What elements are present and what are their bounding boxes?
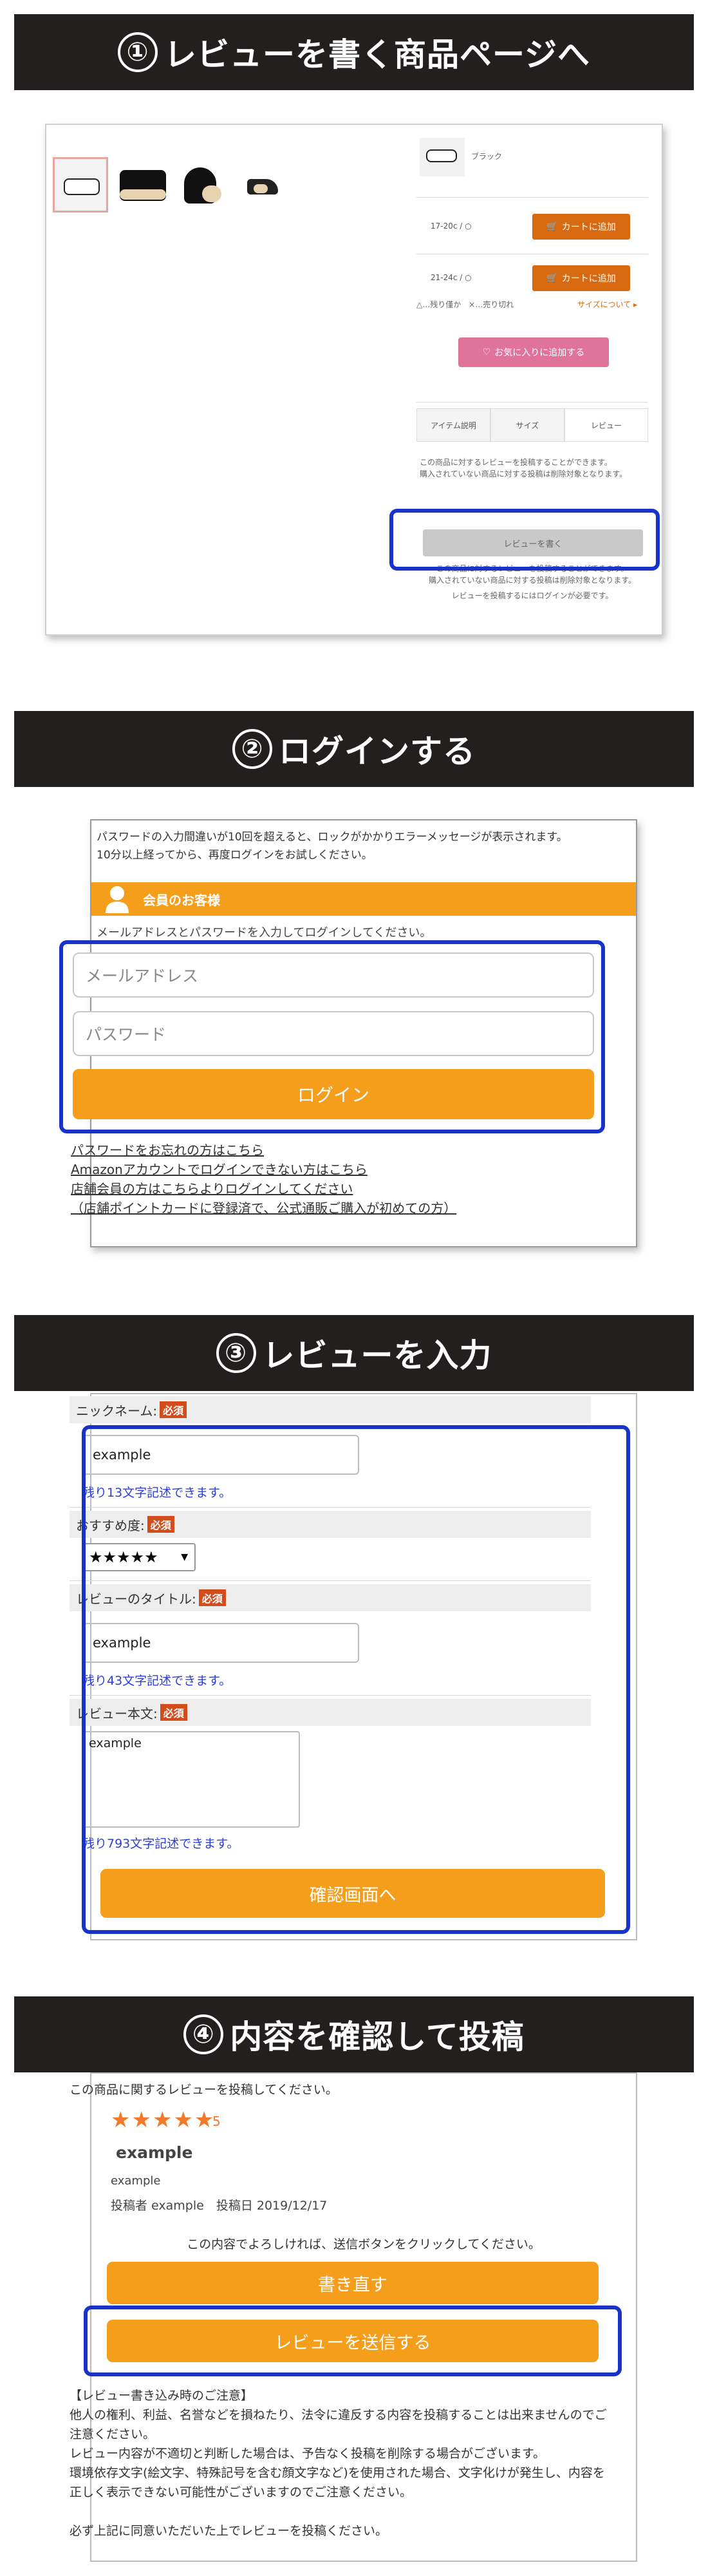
step-4-number: ④: [183, 2014, 224, 2054]
member-section-title: 会員のお客様: [143, 892, 220, 908]
posting-notice: 【レビュー書き込み時のご注意】 他人の権利、利益、名誉などを損ねたり、法令に違反…: [70, 2389, 607, 2538]
size-option-label-1: 17-20c / ○: [431, 222, 472, 231]
add-to-cart-button-1[interactable]: 🛒 カートに追加: [532, 214, 630, 240]
step-3-banner: ③ レビューを入力: [14, 1315, 694, 1391]
login-instruction: メールアドレスとパスワードを入力してログインしてください。: [97, 926, 432, 940]
nickname-label-text: ニックネーム:: [76, 1403, 158, 1419]
rating-stars: ★★★★★: [111, 2107, 216, 2133]
forgot-password-link[interactable]: パスワードをお忘れの方はこちら: [71, 1140, 264, 1159]
login-lock-warning: パスワードの入力間違いが10回を超えると、ロックがかかりエラーメッセージが表示さ…: [97, 831, 568, 862]
favorite-label: お気に入りに追加する: [494, 348, 585, 358]
step-1-number: ①: [118, 32, 158, 72]
add-to-favorites-button[interactable]: ♡ お気に入りに追加する: [458, 337, 609, 367]
login-required-text: レビューを投稿するにはログインが必要です。: [451, 591, 613, 600]
highlight-review-form: [82, 1425, 630, 1934]
step-3-title: レビューを入力: [262, 1337, 492, 1374]
product-thumbnail-1[interactable]: [53, 157, 108, 213]
user-icon: [106, 886, 129, 913]
heart-icon: ♡: [482, 347, 491, 357]
cart-icon: 🛒: [546, 273, 558, 283]
size-option-label-2: 21-24c / ○: [431, 273, 472, 282]
confirm-intro: この商品に関するレビューを投稿してください。: [70, 2083, 338, 2097]
color-label: ブラック: [471, 152, 503, 161]
review-body: example: [111, 2174, 161, 2188]
required-badge: 必須: [160, 1401, 187, 1418]
submit-prompt: この内容でよろしければ、送信ボタンをクリックしてください。: [187, 2237, 541, 2251]
highlight-submit-button: [84, 2306, 622, 2376]
product-thumbnail-3[interactable]: [175, 157, 230, 213]
member-section-header: 会員のお客様: [91, 882, 636, 916]
nickname-label: ニックネーム: 必須: [70, 1396, 591, 1423]
product-thumbnail-2[interactable]: [116, 157, 171, 213]
rewrite-button[interactable]: 書き直す: [107, 2262, 599, 2304]
stock-legend: △…残り僅か ×…売り切れ: [416, 300, 514, 309]
step-4-title: 内容を確認して投稿: [230, 2018, 525, 2056]
product-thumbnail-4[interactable]: [234, 157, 290, 213]
add-to-cart-label: カートに追加: [561, 222, 616, 232]
review-title: example: [116, 2143, 193, 2162]
tab-item-description[interactable]: アイテム説明: [416, 408, 490, 442]
rating-score: 5: [212, 2114, 221, 2129]
review-meta: 投稿者 example 投稿日 2019/12/17: [111, 2199, 328, 2213]
step-1-banner: ① レビューを書く商品ページへ: [14, 14, 694, 90]
highlight-write-review: [389, 509, 660, 571]
store-member-login-link[interactable]: 店舗会員の方はこちらよりログインしてください: [71, 1179, 353, 1197]
highlight-login-form: [59, 940, 605, 1133]
color-swatch-image[interactable]: [420, 138, 465, 176]
step-3-number: ③: [216, 1333, 256, 1373]
size-guide-link[interactable]: サイズについて ▸: [577, 299, 637, 310]
step-2-number: ②: [232, 729, 272, 769]
cart-icon: 🛒: [546, 222, 558, 232]
add-to-cart-label: カートに追加: [561, 274, 616, 284]
step-1-title: レビューを書く商品ページへ: [164, 36, 590, 73]
tab-size[interactable]: サイズ: [490, 408, 564, 442]
amazon-login-help-link[interactable]: Amazonアカウントでログインできない方はこちら: [71, 1159, 368, 1178]
tab-review[interactable]: レビュー: [564, 408, 648, 442]
step-2-banner: ② ログインする: [14, 711, 694, 787]
add-to-cart-button-2[interactable]: 🛒 カートに追加: [532, 265, 630, 291]
step-2-title: ログインする: [279, 733, 476, 770]
store-point-card-link[interactable]: （店舗ポイントカードに登録済で、公式通販ご購入が初めての方）: [71, 1198, 456, 1217]
review-notice: この商品に対するレビューを投稿することができます。 購入されていない商品に対する…: [420, 458, 628, 478]
step-4-banner: ④ 内容を確認して投稿: [14, 1996, 694, 2072]
divider: [416, 197, 648, 198]
